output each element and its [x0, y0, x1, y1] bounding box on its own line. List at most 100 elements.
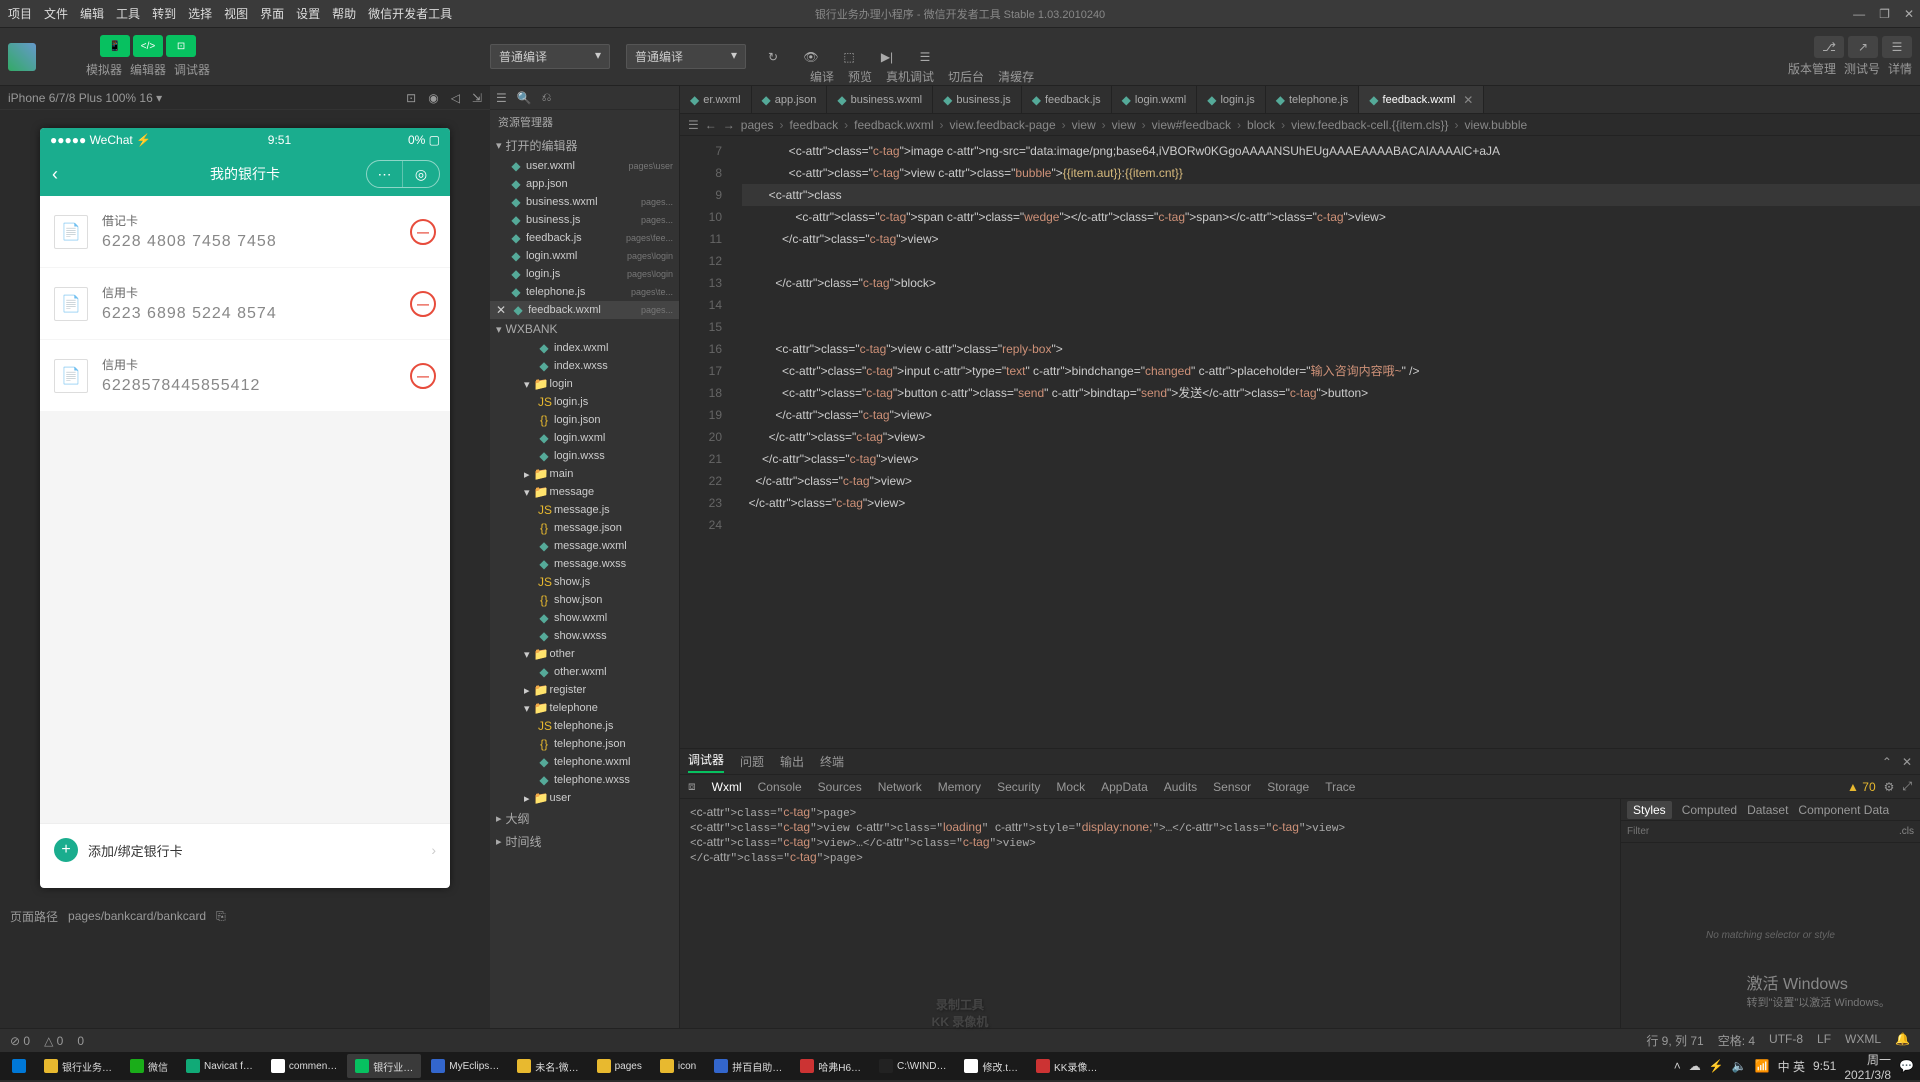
tree-item[interactable]: ◆message.wxss — [490, 555, 679, 573]
errors-count[interactable]: ⊘ 0 — [10, 1034, 30, 1048]
close-panel-icon[interactable]: ✕ — [1902, 755, 1912, 769]
tree-item[interactable]: JSshow.js — [490, 573, 679, 591]
tree-item[interactable]: ▾ 📁telephone — [490, 699, 679, 717]
open-file[interactable]: ◆login.wxmlpages\login — [490, 247, 679, 265]
tree-item[interactable]: ▾ 📁other — [490, 645, 679, 663]
cursor-pos[interactable]: 行 9, 列 71 — [1646, 1032, 1703, 1049]
inspect-icon[interactable]: ⧈ — [688, 779, 696, 794]
open-editors-section[interactable]: ▾ 打开的编辑器 — [490, 134, 679, 157]
editor-tab[interactable]: ◆login.js — [1197, 86, 1265, 113]
sim-icon[interactable]: ⇲ — [472, 91, 482, 105]
devtab-storage[interactable]: Storage — [1267, 780, 1309, 794]
card-item[interactable]: 📄信用卡6223 6898 5224 8574— — [40, 268, 450, 339]
tree-item[interactable]: ◆telephone.wxss — [490, 771, 679, 789]
menu-item[interactable]: 帮助 — [332, 5, 356, 22]
editor-tab[interactable]: ◆login.wxml — [1112, 86, 1198, 113]
refresh-icon[interactable]: ↻ — [762, 46, 784, 68]
editor-tab[interactable]: ◆er.wxml — [680, 86, 752, 113]
dataset-tab[interactable]: Dataset — [1747, 803, 1788, 817]
taskbar-item[interactable]: KK录像… — [1028, 1054, 1105, 1078]
wxml-inspector[interactable]: <c-attr">class="c-tag">page> <c-attr">cl… — [680, 799, 1620, 1028]
code-content[interactable]: <c-attr">class="c-tag">image c-attr">ng-… — [734, 136, 1920, 748]
open-file[interactable]: ◆business.jspages... — [490, 211, 679, 229]
compdata-tab[interactable]: Component Data — [1798, 803, 1889, 817]
device-debug-icon[interactable]: ⬚ — [838, 46, 860, 68]
bell-icon[interactable]: 🔔 — [1895, 1032, 1910, 1049]
editor-tab[interactable]: ◆business.wxml — [827, 86, 933, 113]
search-icon[interactable]: 🔍 — [517, 91, 532, 105]
file-tree-icon[interactable]: ☰ — [496, 91, 507, 105]
close-icon[interactable]: ✕ — [1904, 7, 1914, 21]
taskbar-item[interactable]: pages — [589, 1054, 650, 1078]
tree-item[interactable]: ▸ 📁main — [490, 465, 679, 483]
tab-problems[interactable]: 问题 — [740, 753, 764, 770]
menu-item[interactable]: 选择 — [188, 5, 212, 22]
info-count[interactable]: 0 — [77, 1034, 84, 1048]
close-circle-icon[interactable]: ◎ — [403, 161, 439, 187]
tree-item[interactable]: JStelephone.js — [490, 717, 679, 735]
system-tray[interactable]: ˄ ☁⚡🔈📶 中 英 9:51 周一 2021/3/8 💬 — [1674, 1051, 1914, 1082]
editor-tab[interactable]: ◆business.js — [933, 86, 1022, 113]
card-item[interactable]: 📄借记卡6228 4808 7458 7458— — [40, 196, 450, 267]
test-button[interactable]: ↗ — [1848, 36, 1878, 58]
warning-badge[interactable]: ▲ 70 — [1847, 780, 1876, 794]
tree-item[interactable]: ◆index.wxss — [490, 357, 679, 375]
back-icon[interactable]: ‹ — [52, 164, 58, 185]
editor-tab[interactable]: ◆feedback.js — [1022, 86, 1112, 113]
taskbar-item[interactable]: 银行业… — [347, 1054, 421, 1078]
tree-item[interactable]: ▸ 📁register — [490, 681, 679, 699]
sim-icon[interactable]: ◁ — [451, 91, 460, 105]
taskbar-item[interactable]: 微信 — [122, 1054, 176, 1078]
tree-item[interactable]: {}telephone.json — [490, 735, 679, 753]
device-select[interactable]: iPhone 6/7/8 Plus 100% 16 ▾ — [8, 91, 162, 105]
debugger-toggle[interactable]: ⊡ — [166, 35, 196, 57]
menu-item[interactable]: 界面 — [260, 5, 284, 22]
expand-icon[interactable]: ⤢ — [1902, 779, 1912, 794]
breadcrumb[interactable]: ☰ ← → pages›feedback›feedback.wxml›view.… — [680, 114, 1920, 136]
tree-item[interactable]: {}message.json — [490, 519, 679, 537]
taskbar-item[interactable] — [4, 1054, 34, 1078]
tree-item[interactable]: ◆message.wxml — [490, 537, 679, 555]
computed-tab[interactable]: Computed — [1682, 803, 1737, 817]
menu-item[interactable]: 工具 — [116, 5, 140, 22]
menu-item[interactable]: 转到 — [152, 5, 176, 22]
editor-tab[interactable]: ◆telephone.js — [1266, 86, 1360, 113]
devtab-security[interactable]: Security — [997, 780, 1040, 794]
devtab-console[interactable]: Console — [758, 780, 802, 794]
project-section[interactable]: ▾ WXBANK — [490, 319, 679, 339]
open-file[interactable]: ◆login.jspages\login — [490, 265, 679, 283]
open-file[interactable]: ◆telephone.jspages\te... — [490, 283, 679, 301]
copy-icon[interactable]: ⎘ — [216, 909, 226, 924]
taskbar-item[interactable]: MyEclips… — [423, 1054, 507, 1078]
delete-icon[interactable]: — — [410, 219, 436, 245]
editor-toggle[interactable]: </> — [133, 35, 163, 57]
encoding[interactable]: UTF-8 — [1769, 1032, 1803, 1049]
devtab-audits[interactable]: Audits — [1164, 780, 1197, 794]
background-icon[interactable]: ▶| — [876, 46, 898, 68]
collapse-icon[interactable]: ⌃ — [1882, 755, 1892, 769]
preview-icon[interactable]: 👁 — [800, 46, 822, 68]
detail-button[interactable]: ☰ — [1882, 36, 1912, 58]
maximize-icon[interactable]: ❐ — [1879, 7, 1890, 21]
devtab-sensor[interactable]: Sensor — [1213, 780, 1251, 794]
open-file[interactable]: ✕◆feedback.wxmlpages... — [490, 301, 679, 319]
open-file[interactable]: ◆business.wxmlpages... — [490, 193, 679, 211]
tree-item[interactable]: ◆show.wxss — [490, 627, 679, 645]
tree-item[interactable]: ▾ 📁login — [490, 375, 679, 393]
editor-tab[interactable]: ◆feedback.wxml✕ — [1359, 86, 1484, 113]
editor-tab[interactable]: ◆app.json — [752, 86, 828, 113]
tree-item[interactable]: ◆telephone.wxml — [490, 753, 679, 771]
tree-item[interactable]: ▾ 📁message — [490, 483, 679, 501]
sim-icon[interactable]: ◉ — [428, 91, 438, 105]
open-file[interactable]: ◆user.wxmlpages\user — [490, 157, 679, 175]
devtab-sources[interactable]: Sources — [818, 780, 862, 794]
menu-item[interactable]: 视图 — [224, 5, 248, 22]
taskbar-item[interactable]: C:\WIND… — [871, 1054, 954, 1078]
menu-item[interactable]: 文件 — [44, 5, 68, 22]
taskbar-item[interactable]: 拼百自助… — [706, 1054, 790, 1078]
taskbar-item[interactable]: Navicat f… — [178, 1054, 261, 1078]
eol[interactable]: LF — [1817, 1032, 1831, 1049]
add-card-button[interactable]: + 添加/绑定银行卡 › — [40, 823, 450, 876]
tree-item[interactable]: JSlogin.js — [490, 393, 679, 411]
devtab-network[interactable]: Network — [878, 780, 922, 794]
